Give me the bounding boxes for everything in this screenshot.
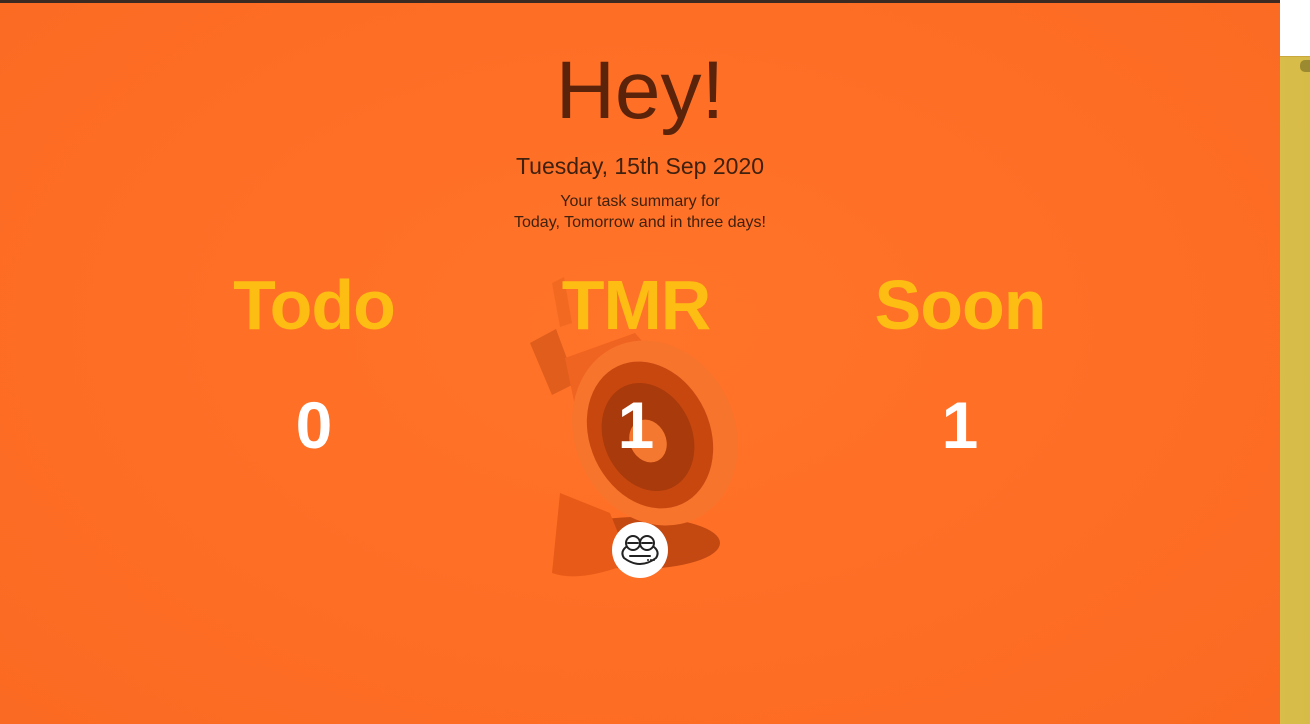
frog-avatar-button[interactable]: [612, 522, 668, 578]
todo-count: 0: [295, 388, 333, 462]
soon-column: Soon 1: [830, 265, 1090, 465]
soon-label: Soon: [874, 266, 1047, 344]
tomorrow-count: 1: [617, 388, 655, 462]
greeting-heading: Hey!: [555, 45, 725, 136]
summary-line-2: Today, Tomorrow and in three days!: [514, 214, 766, 231]
tomorrow-label: TMR: [561, 266, 712, 344]
adjacent-window-strip: [1280, 56, 1310, 724]
soon-count: 1: [941, 388, 979, 462]
todo-column: Todo 0: [184, 265, 444, 465]
tomorrow-column: TMR 1: [506, 265, 766, 465]
right-gutter-top: [1280, 0, 1310, 56]
summary-line-1: Your task summary for: [560, 193, 720, 210]
task-summary-panel: Hey! Tuesday, 15th Sep 2020 Your task su…: [0, 3, 1280, 724]
summary-text: Your task summary for Today, Tomorrow an…: [0, 191, 1280, 233]
todo-label: Todo: [233, 266, 396, 344]
current-date: Tuesday, 15th Sep 2020: [515, 153, 765, 179]
frog-face-icon: [621, 535, 659, 566]
apple-icon: [1300, 60, 1310, 72]
